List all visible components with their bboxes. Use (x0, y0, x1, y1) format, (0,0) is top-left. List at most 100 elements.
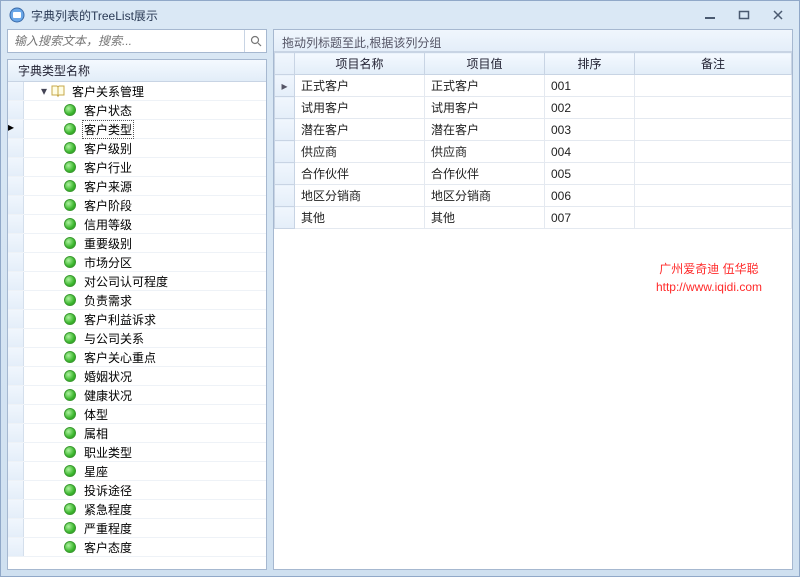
tree-item[interactable]: 客户态度 (8, 538, 266, 557)
row-indicator[interactable] (275, 207, 295, 229)
search-input[interactable] (8, 30, 244, 52)
cell-sort[interactable]: 006 (545, 185, 635, 207)
cell-value[interactable]: 试用客户 (425, 97, 545, 119)
column-header[interactable]: 项目名称 (295, 53, 425, 75)
tree-item[interactable]: 属相 (8, 424, 266, 443)
minimize-button[interactable] (701, 8, 719, 22)
cell-value[interactable]: 潜在客户 (425, 119, 545, 141)
tree-item[interactable]: 客户关心重点 (8, 348, 266, 367)
table-row[interactable]: 潜在客户潜在客户003 (275, 119, 792, 141)
tree-item[interactable]: 职业类型 (8, 443, 266, 462)
table-row[interactable]: 合作伙伴合作伙伴005 (275, 163, 792, 185)
table-row[interactable]: 地区分销商地区分销商006 (275, 185, 792, 207)
tree-item[interactable]: 市场分区 (8, 253, 266, 272)
cell-value[interactable]: 正式客户 (425, 75, 545, 97)
group-by-hint[interactable]: 拖动列标题至此,根据该列分组 (274, 30, 792, 52)
column-header[interactable]: 排序 (545, 53, 635, 75)
bullet-icon (64, 503, 76, 515)
tree-panel: 字典类型名称 ▾客户关系管理客户状态▸客户类型客户级别客户行业客户来源客户阶段信… (7, 59, 267, 570)
bullet-icon (64, 256, 76, 268)
cell-sort[interactable]: 005 (545, 163, 635, 185)
tree-item-label: 健康状况 (82, 387, 134, 404)
cell-sort[interactable]: 002 (545, 97, 635, 119)
maximize-button[interactable] (735, 8, 753, 22)
cell-remark[interactable] (635, 185, 792, 207)
tree-item[interactable]: 客户阶段 (8, 196, 266, 215)
book-icon (50, 83, 66, 99)
cell-remark[interactable] (635, 119, 792, 141)
tree-item[interactable]: 负责需求 (8, 291, 266, 310)
column-header[interactable]: 项目值 (425, 53, 545, 75)
cell-name[interactable]: 试用客户 (295, 97, 425, 119)
tree-item-label: 信用等级 (82, 216, 134, 233)
tree-item[interactable]: 健康状况 (8, 386, 266, 405)
column-header[interactable]: 备注 (635, 53, 792, 75)
tree-item[interactable]: 客户来源 (8, 177, 266, 196)
cell-value[interactable]: 供应商 (425, 141, 545, 163)
tree-header[interactable]: 字典类型名称 (8, 60, 266, 82)
cell-name[interactable]: 地区分销商 (295, 185, 425, 207)
tree-item[interactable]: 重要级别 (8, 234, 266, 253)
cell-sort[interactable]: 004 (545, 141, 635, 163)
row-indicator[interactable] (275, 119, 295, 141)
tree-item[interactable]: 客户状态 (8, 101, 266, 120)
cell-remark[interactable] (635, 75, 792, 97)
cell-name[interactable]: 合作伙伴 (295, 163, 425, 185)
cell-name[interactable]: 供应商 (295, 141, 425, 163)
bullet-icon (64, 199, 76, 211)
cell-value[interactable]: 合作伙伴 (425, 163, 545, 185)
data-grid[interactable]: 项目名称项目值排序备注▸正式客户正式客户001试用客户试用客户002潜在客户潜在… (274, 52, 792, 569)
row-indicator[interactable] (275, 163, 295, 185)
table-row[interactable]: 其他其他007 (275, 207, 792, 229)
tree-item[interactable]: 对公司认可程度 (8, 272, 266, 291)
cell-value[interactable]: 其他 (425, 207, 545, 229)
cell-name[interactable]: 潜在客户 (295, 119, 425, 141)
bullet-icon (64, 218, 76, 230)
cell-sort[interactable]: 001 (545, 75, 635, 97)
window-buttons (701, 8, 787, 22)
tree-item[interactable]: 投诉途径 (8, 481, 266, 500)
table-row[interactable]: ▸正式客户正式客户001 (275, 75, 792, 97)
cell-name[interactable]: 正式客户 (295, 75, 425, 97)
row-indicator[interactable] (275, 97, 295, 119)
tree-item-label: 婚姻状况 (82, 368, 134, 385)
cell-name[interactable]: 其他 (295, 207, 425, 229)
tree-item[interactable]: 客户级别 (8, 139, 266, 158)
tree-item[interactable]: 紧急程度 (8, 500, 266, 519)
tree-item-label: 与公司关系 (82, 330, 146, 347)
tree-item-label: 紧急程度 (82, 501, 134, 518)
search-button[interactable] (244, 30, 266, 52)
app-icon (9, 7, 25, 23)
cell-sort[interactable]: 003 (545, 119, 635, 141)
tree-item-label: 客户状态 (82, 102, 134, 119)
cell-remark[interactable] (635, 207, 792, 229)
tree-item[interactable]: 婚姻状况 (8, 367, 266, 386)
row-header-corner[interactable] (275, 53, 295, 75)
titlebar[interactable]: 字典列表的TreeList展示 (1, 1, 799, 29)
tree-item[interactable]: 与公司关系 (8, 329, 266, 348)
close-button[interactable] (769, 8, 787, 22)
cell-sort[interactable]: 007 (545, 207, 635, 229)
cell-remark[interactable] (635, 163, 792, 185)
table-row[interactable]: 试用客户试用客户002 (275, 97, 792, 119)
content-area: 字典类型名称 ▾客户关系管理客户状态▸客户类型客户级别客户行业客户来源客户阶段信… (7, 29, 793, 570)
row-indicator[interactable]: ▸ (275, 75, 295, 97)
row-indicator[interactable] (275, 141, 295, 163)
cell-value[interactable]: 地区分销商 (425, 185, 545, 207)
table-row[interactable]: 供应商供应商004 (275, 141, 792, 163)
cell-remark[interactable] (635, 97, 792, 119)
tree-item-label: 客户利益诉求 (82, 311, 158, 328)
tree-item[interactable]: ▸客户类型 (8, 120, 266, 139)
tree-item[interactable]: 严重程度 (8, 519, 266, 538)
tree-body[interactable]: ▾客户关系管理客户状态▸客户类型客户级别客户行业客户来源客户阶段信用等级重要级别… (8, 82, 266, 569)
row-indicator[interactable] (275, 185, 295, 207)
tree-item[interactable]: 信用等级 (8, 215, 266, 234)
cell-remark[interactable] (635, 141, 792, 163)
expand-icon[interactable]: ▾ (38, 84, 50, 98)
tree-item[interactable]: 星座 (8, 462, 266, 481)
tree-item[interactable]: 客户行业 (8, 158, 266, 177)
tree-item[interactable]: 体型 (8, 405, 266, 424)
tree-item[interactable]: 客户利益诉求 (8, 310, 266, 329)
tree-root[interactable]: ▾客户关系管理 (8, 82, 266, 101)
bullet-icon (64, 465, 76, 477)
